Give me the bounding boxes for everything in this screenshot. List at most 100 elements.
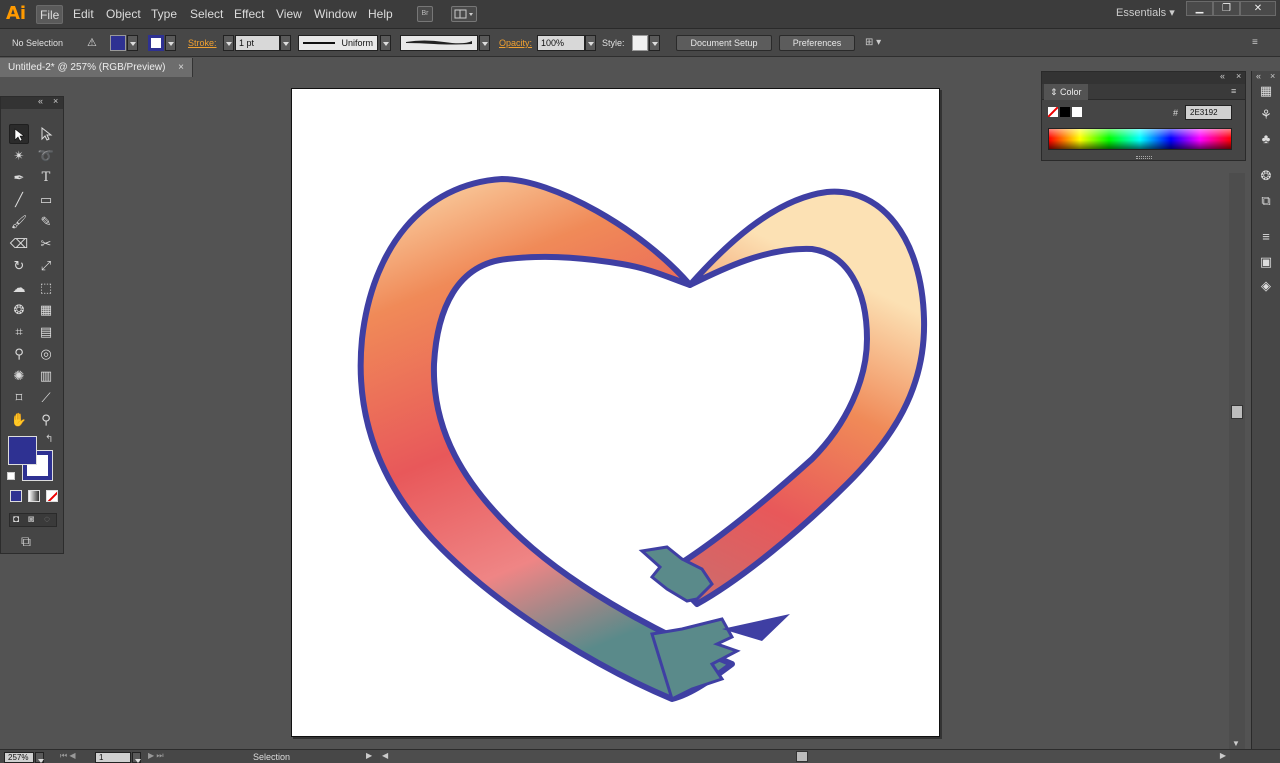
paintbrush-tool-icon[interactable]: 🖌 (9, 212, 29, 232)
stroke-swatch[interactable] (148, 35, 164, 51)
color-panel-header[interactable]: « × (1042, 71, 1245, 84)
scissors-tool-icon[interactable]: ✂ (36, 234, 56, 254)
stroke-panel-icon[interactable]: ≡ (1258, 229, 1274, 245)
tools-panel-header[interactable]: « × (1, 96, 63, 109)
swap-colors-icon[interactable]: ↰ (45, 434, 53, 445)
appearance-icon[interactable]: ⧉ (1258, 193, 1274, 209)
menu-view[interactable]: View (273, 5, 305, 24)
last-artboard-icon[interactable]: ▶ ⏭ (148, 751, 164, 761)
menu-object[interactable]: Object (103, 5, 144, 24)
document-setup-button[interactable]: Document Setup (676, 35, 772, 51)
brush-dropdown[interactable] (479, 35, 490, 51)
blob-brush-tool-icon[interactable]: ⌫ (9, 234, 29, 254)
scroll-down-icon[interactable]: ▼ (1232, 739, 1240, 748)
stroke-label[interactable]: Stroke: (188, 38, 217, 48)
lasso-tool-icon[interactable]: ➰ (36, 146, 56, 166)
opacity-label[interactable]: Opacity: (499, 38, 532, 48)
none-mode-icon[interactable] (46, 490, 58, 502)
panel-resize-handle[interactable] (1136, 156, 1152, 159)
stroke-weight-dropdown[interactable] (280, 35, 291, 51)
zoom-dropdown[interactable] (35, 752, 44, 763)
collapse-icon[interactable]: « (1256, 71, 1261, 81)
white-swatch[interactable] (1072, 107, 1082, 117)
hand-tool-icon[interactable]: ✋ (9, 410, 29, 430)
pencil-tool-icon[interactable]: ✎ (36, 212, 56, 232)
arrange-documents-icon[interactable] (451, 6, 477, 22)
brush-definition-field[interactable] (400, 35, 478, 51)
artboard-dropdown[interactable] (132, 752, 141, 763)
magic-wand-tool-icon[interactable]: ✴ (9, 146, 29, 166)
color-mode-icon[interactable] (10, 490, 22, 502)
swatches-icon[interactable]: ▦ (1258, 83, 1274, 99)
first-artboard-icon[interactable]: ⏮ ◀ (60, 751, 76, 761)
draw-behind-icon[interactable]: ◙ (28, 514, 34, 525)
symbols-icon[interactable]: ♣ (1258, 131, 1274, 147)
collapse-icon[interactable]: « (1220, 71, 1225, 81)
stroke-weight-field[interactable]: 1 pt (235, 35, 280, 51)
artboard[interactable] (291, 88, 940, 737)
panel-menu-icon[interactable]: ≡ (1231, 86, 1236, 96)
slice-tool-icon[interactable]: ⟋ (36, 388, 56, 408)
free-transform-tool-icon[interactable]: ⬚ (36, 278, 56, 298)
artboard-number-field[interactable]: 1 (95, 752, 131, 763)
status-text[interactable]: Selection (253, 752, 290, 762)
horizontal-scroll-thumb[interactable] (796, 751, 808, 762)
heart-artwork[interactable] (292, 89, 941, 738)
close-tab-icon[interactable]: × (178, 58, 184, 77)
warning-icon[interactable]: ⚠ (87, 36, 97, 49)
scroll-right-icon[interactable]: ▶ (1220, 751, 1226, 760)
black-swatch[interactable] (1060, 107, 1070, 117)
align-options-icon[interactable]: ⊞ ▾ (865, 37, 881, 48)
fill-dropdown[interactable] (127, 35, 138, 51)
shape-builder-tool-icon[interactable]: ❂ (9, 300, 29, 320)
draw-inside-icon[interactable]: ◌ (44, 514, 50, 525)
panel-close-icon[interactable]: × (1270, 71, 1275, 81)
stroke-profile-dropdown[interactable] (380, 35, 391, 51)
rectangle-tool-icon[interactable]: ▭ (36, 190, 56, 210)
document-tab[interactable]: Untitled-2* @ 257% (RGB/Preview) × (0, 58, 193, 77)
gradient-tool-icon[interactable]: ▤ (36, 322, 56, 342)
style-swatch[interactable] (632, 35, 648, 51)
menu-window[interactable]: Window (311, 5, 360, 24)
direct-selection-tool-icon[interactable] (36, 124, 56, 144)
preferences-button[interactable]: Preferences (779, 35, 855, 51)
stroke-profile-field[interactable]: Uniform (298, 35, 378, 51)
tab-color[interactable]: ⇕ Color (1044, 84, 1088, 100)
color-spectrum[interactable] (1048, 128, 1232, 150)
line-tool-icon[interactable]: ╱ (9, 190, 29, 210)
menu-effect[interactable]: Effect (231, 5, 267, 24)
scale-tool-icon[interactable]: ⤢ (36, 256, 56, 276)
column-graph-tool-icon[interactable]: ▥ (36, 366, 56, 386)
control-bar-menu-icon[interactable]: ≡ (1252, 37, 1258, 48)
menu-select[interactable]: Select (187, 5, 226, 24)
mesh-tool-icon[interactable]: ⌗ (9, 322, 29, 342)
brushes-icon[interactable]: ⚘ (1258, 107, 1274, 123)
horizontal-scrollbar[interactable]: ◀ ▶ (380, 750, 1230, 763)
pen-tool-icon[interactable]: ✒ (9, 168, 29, 188)
graphic-styles-icon[interactable]: ❂ (1258, 168, 1274, 184)
panel-close-icon[interactable]: × (53, 96, 58, 106)
default-colors-icon[interactable] (7, 472, 15, 480)
vertical-scrollbar[interactable]: ▼ (1229, 173, 1245, 749)
workspace-switcher[interactable]: Essentials ▾ (1116, 6, 1175, 19)
status-menu-arrow-icon[interactable]: ▶ (366, 751, 372, 760)
restore-button[interactable]: ❐ (1213, 1, 1240, 16)
eyedropper-tool-icon[interactable]: ⚲ (9, 344, 29, 364)
menu-help[interactable]: Help (365, 5, 396, 24)
blend-tool-icon[interactable]: ◎ (36, 344, 56, 364)
rotate-tool-icon[interactable]: ↻ (9, 256, 29, 276)
minimize-button[interactable]: ▁ (1186, 1, 1213, 16)
stroke-stepper[interactable] (223, 35, 234, 51)
collapse-icon[interactable]: « (38, 96, 43, 106)
style-dropdown[interactable] (649, 35, 660, 51)
menu-edit[interactable]: Edit (70, 5, 97, 24)
fill-swatch[interactable] (110, 35, 126, 51)
vertical-scroll-thumb[interactable] (1231, 405, 1243, 419)
gradient-panel-icon[interactable]: ▣ (1258, 254, 1274, 270)
draw-normal-icon[interactable]: ◘ (13, 514, 19, 525)
zoom-tool-icon[interactable]: ⚲ (36, 410, 56, 430)
menu-type[interactable]: Type (148, 5, 180, 24)
perspective-grid-tool-icon[interactable]: ▦ (36, 300, 56, 320)
scroll-left-icon[interactable]: ◀ (382, 751, 388, 760)
hex-field[interactable]: 2E3192 (1185, 105, 1232, 120)
